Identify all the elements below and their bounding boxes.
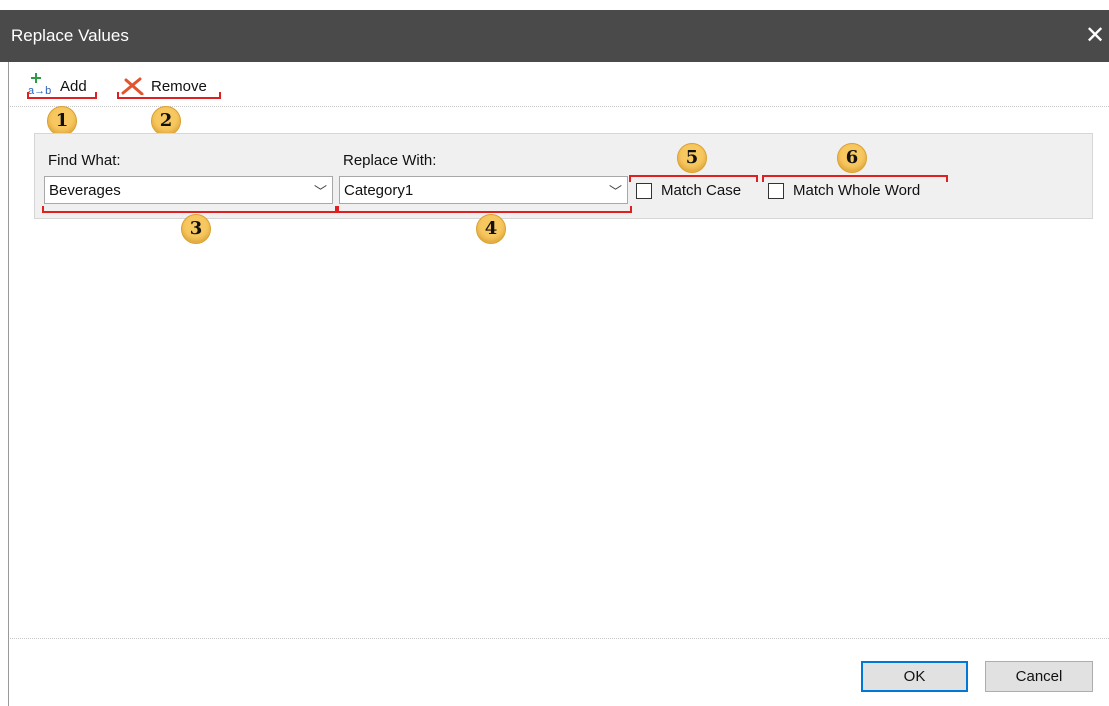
toolbar-divider xyxy=(10,106,1109,107)
callout-badge-6: 6 xyxy=(837,143,867,173)
match-whole-word-label: Match Whole Word xyxy=(793,182,921,199)
dialog-left-border xyxy=(8,62,9,706)
match-case-box[interactable] xyxy=(636,183,652,199)
callout-bracket-6 xyxy=(762,175,948,182)
replace-with-value: Category1 xyxy=(344,182,414,199)
callout-bracket-1 xyxy=(27,92,97,99)
replace-with-combobox[interactable]: Category1 ﹀ xyxy=(339,176,628,204)
match-whole-word-box[interactable] xyxy=(768,183,784,199)
ok-button[interactable]: OK xyxy=(861,661,968,692)
find-what-label: Find What: xyxy=(48,152,121,169)
callout-badge-1: 1 xyxy=(47,106,77,136)
match-whole-word-checkbox[interactable]: Match Whole Word xyxy=(768,180,946,204)
callout-badge-4: 4 xyxy=(476,214,506,244)
match-case-label: Match Case xyxy=(661,182,742,199)
close-icon[interactable]: ✕ xyxy=(1081,22,1109,50)
callout-badge-5: 5 xyxy=(677,143,707,173)
chevron-down-icon[interactable]: ﹀ xyxy=(314,181,327,200)
callout-badge-2: 2 xyxy=(151,106,181,136)
callout-bracket-3 xyxy=(42,206,337,213)
find-what-value: Beverages xyxy=(49,182,121,199)
callout-bracket-4 xyxy=(337,206,632,213)
cancel-button[interactable]: Cancel xyxy=(985,661,1093,692)
callout-badge-3: 3 xyxy=(181,214,211,244)
title-bar: Replace Values ✕ xyxy=(0,10,1109,62)
footer-divider xyxy=(10,638,1109,639)
chevron-down-icon[interactable]: ﹀ xyxy=(609,181,622,200)
match-case-checkbox[interactable]: Match Case xyxy=(636,180,756,204)
find-what-combobox[interactable]: Beverages ﹀ xyxy=(44,176,333,204)
callout-bracket-2 xyxy=(117,92,221,99)
callout-bracket-5 xyxy=(629,175,758,182)
replace-with-label: Replace With: xyxy=(343,152,437,169)
window-title: Replace Values xyxy=(11,26,129,45)
